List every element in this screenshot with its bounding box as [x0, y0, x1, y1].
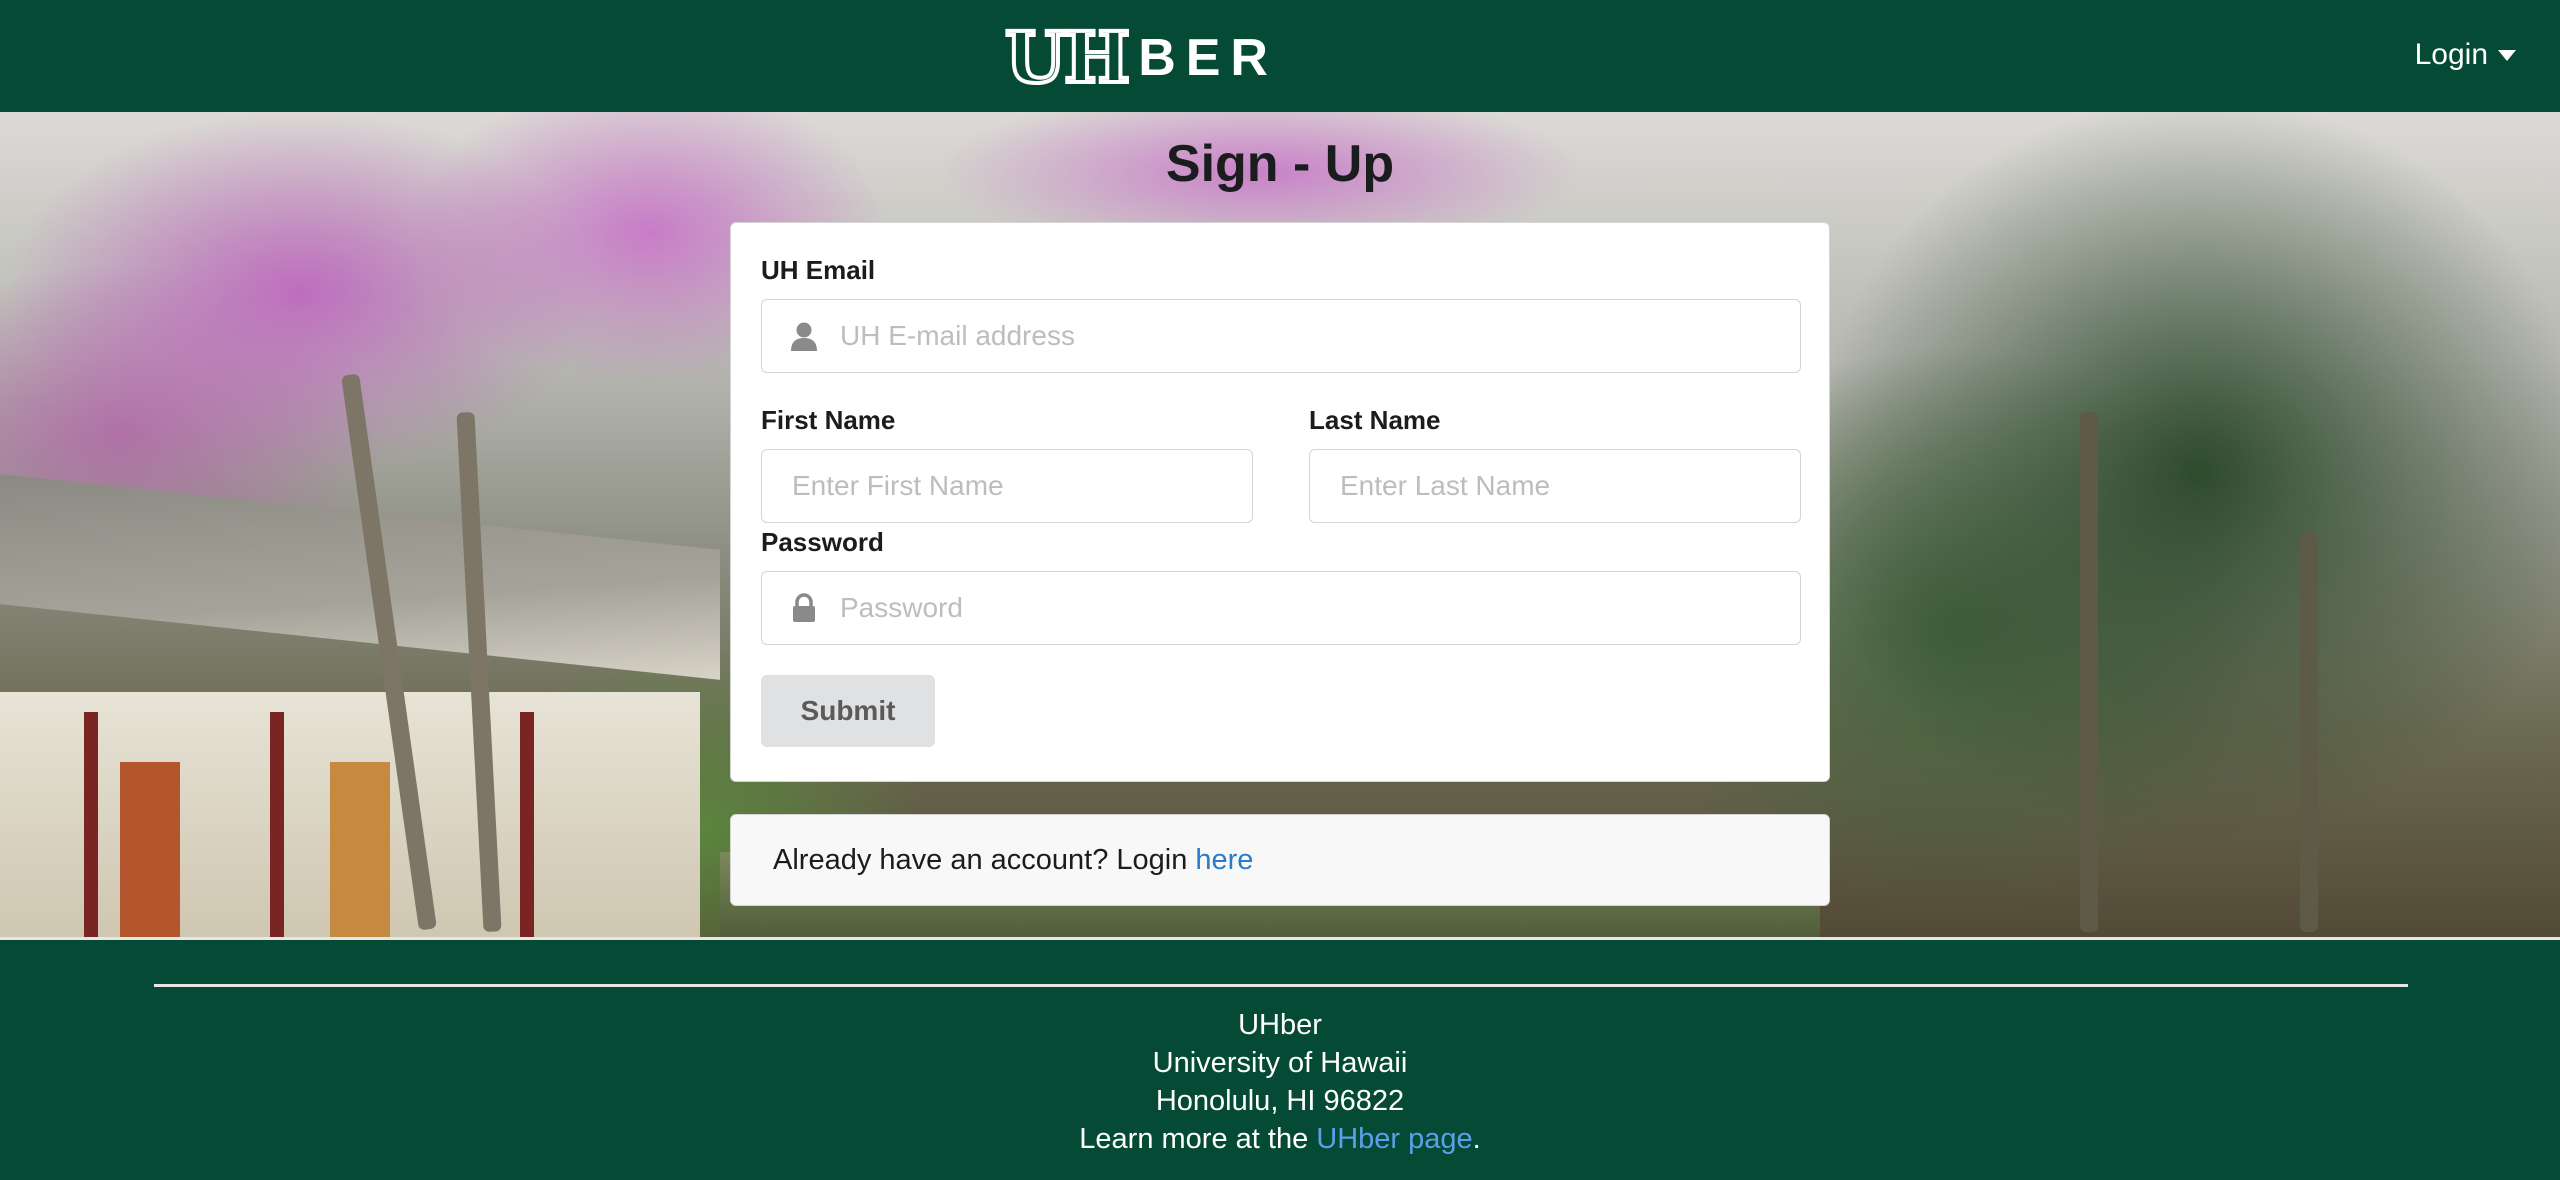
- logo-text: BER: [1138, 29, 1278, 87]
- footer-university: University of Hawaii: [1152, 1047, 1408, 1079]
- login-dropdown[interactable]: Login: [2415, 38, 2516, 72]
- page-title: Sign - Up: [1165, 135, 1395, 193]
- email-label: UH Email: [761, 255, 876, 285]
- building-post: [270, 712, 284, 937]
- footer-address: Honolulu, HI 96822: [1155, 1085, 1405, 1117]
- logo-mark: UH: [1003, 16, 1132, 99]
- building-post: [84, 712, 98, 937]
- page-footer: UHber University of Hawaii Honolulu, HI …: [0, 937, 2560, 1180]
- password-label: Password: [761, 527, 884, 557]
- building-door: [330, 762, 390, 937]
- top-navbar: UH BER Login: [0, 0, 2560, 112]
- footer-app-name: UHber: [1238, 1009, 1322, 1041]
- login-message-text: Already have an account? Login: [773, 843, 1188, 876]
- login-message: Already have an account? Login here: [730, 814, 1830, 906]
- login-here-link[interactable]: here: [1195, 844, 1253, 877]
- lock-icon: [788, 592, 820, 624]
- first-name-placeholder: Enter First Name: [792, 470, 1004, 501]
- uhber-logo[interactable]: UH BER: [1003, 16, 1278, 99]
- first-name-field[interactable]: Enter First Name: [761, 449, 1253, 523]
- footer-divider: [154, 984, 2408, 987]
- submit-button[interactable]: Submit: [761, 675, 935, 747]
- last-name-placeholder: Enter Last Name: [1340, 470, 1551, 501]
- building-door: [120, 762, 180, 937]
- last-name-label: Last Name: [1309, 405, 1441, 435]
- caret-down-icon: [2498, 49, 2516, 61]
- footer-info: UHber University of Hawaii Honolulu, HI …: [0, 1006, 2560, 1158]
- uhber-page-link[interactable]: UHber page: [1316, 1123, 1472, 1155]
- password-placeholder: Password: [840, 592, 963, 623]
- building-post: [520, 712, 534, 937]
- last-name-field[interactable]: Enter Last Name: [1309, 449, 1801, 523]
- footer-learn-more-prefix: Learn more at the: [1079, 1123, 1309, 1155]
- footer-learn-more: Learn more at the UHber page.: [0, 1120, 2560, 1158]
- password-field[interactable]: Password: [761, 571, 1801, 645]
- email-placeholder: UH E-mail address: [840, 320, 1075, 351]
- tree-trunk: [2300, 532, 2318, 932]
- footer-learn-more-suffix: .: [1472, 1123, 1481, 1155]
- first-name-label: First Name: [761, 405, 896, 435]
- signup-form: UH Email UH E-mail address First Name En…: [730, 222, 1830, 782]
- email-field[interactable]: UH E-mail address: [761, 299, 1801, 373]
- tree-trunk: [2080, 412, 2098, 932]
- login-dropdown-label: Login: [2414, 38, 2488, 71]
- user-icon: [788, 320, 820, 352]
